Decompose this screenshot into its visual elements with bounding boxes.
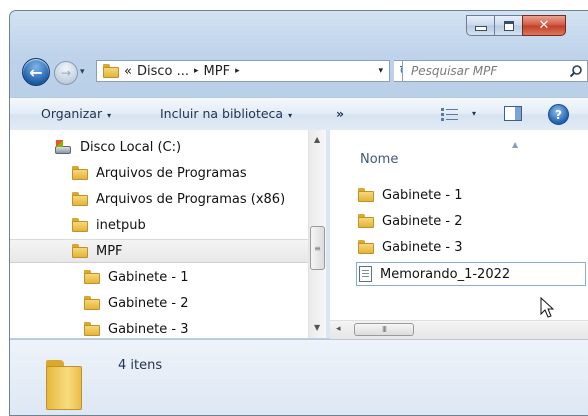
command-bar: Organizar ▾ Incluir na biblioteca ▾ » ▾ ? bbox=[10, 97, 588, 131]
folder-icon bbox=[72, 218, 88, 232]
folder-icon bbox=[358, 240, 374, 254]
address-bar[interactable]: « Disco ... ▸ MPF ▸ ▾ bbox=[96, 60, 390, 82]
scrollbar-grip: III bbox=[381, 325, 387, 334]
scrollbar-grip: ≡ bbox=[314, 243, 321, 253]
back-button[interactable]: ← bbox=[22, 58, 50, 86]
text-document-icon bbox=[359, 266, 372, 282]
folder-icon bbox=[84, 322, 100, 336]
file-item-label: Memorando_1-2022 bbox=[380, 266, 511, 282]
folder-icon bbox=[103, 64, 119, 78]
tree-item-label: MPF bbox=[96, 243, 123, 259]
chevron-down-icon: ▾ bbox=[288, 111, 293, 120]
folder-icon bbox=[84, 270, 100, 284]
change-view-icon[interactable] bbox=[440, 107, 460, 121]
column-header-name[interactable]: Nome bbox=[360, 152, 398, 167]
breadcrumb-mpf[interactable]: MPF bbox=[204, 64, 231, 79]
chevron-down-icon: ▾ bbox=[80, 67, 85, 77]
navigation-pane-scrollbar[interactable]: ▲ ≡ ▼ bbox=[308, 130, 327, 338]
search-box bbox=[402, 60, 588, 82]
folder-icon bbox=[72, 244, 88, 258]
organize-menu[interactable]: Organizar ▾ bbox=[41, 106, 111, 121]
minimize-icon bbox=[474, 26, 487, 31]
folder-icon bbox=[358, 214, 374, 228]
scroll-left-arrow[interactable]: ◂ bbox=[336, 324, 341, 334]
file-item-memorando[interactable]: Memorando_1-2022 bbox=[356, 262, 586, 286]
tree-item-mpf[interactable]: MPF bbox=[10, 239, 308, 263]
file-item-gabinete-2[interactable]: Gabinete - 2 bbox=[358, 210, 462, 232]
item-count: 4 itens bbox=[118, 358, 163, 373]
tree-item-disco-local[interactable]: Disco Local (C:) bbox=[54, 136, 181, 158]
chevron-down-icon: ▾ bbox=[107, 111, 112, 120]
preview-pane-icon[interactable] bbox=[504, 106, 522, 121]
address-dropdown-icon[interactable]: ▾ bbox=[378, 66, 383, 76]
address-overflow[interactable]: « bbox=[124, 64, 132, 79]
navigation-pane: Disco Local (C:) Arquivos de Programas A… bbox=[10, 130, 308, 338]
large-folder-icon bbox=[46, 360, 82, 410]
file-item-label: Gabinete - 3 bbox=[382, 239, 463, 255]
more-commands-label: » bbox=[336, 106, 345, 121]
close-icon: ✕ bbox=[538, 18, 550, 33]
tree-item-label: Gabinete - 2 bbox=[108, 295, 189, 311]
tree-item-arquivos-de-programas-x86[interactable]: Arquivos de Programas (x86) bbox=[72, 188, 285, 210]
maximize-icon bbox=[503, 20, 514, 31]
tree-item-label: Arquivos de Programas (x86) bbox=[96, 191, 286, 207]
folder-icon bbox=[72, 192, 88, 206]
sort-indicator-icon: ▲ bbox=[512, 140, 519, 149]
folder-icon bbox=[358, 188, 374, 202]
scrollbar-thumb[interactable]: ≡ bbox=[310, 226, 325, 270]
file-item-label: Gabinete - 2 bbox=[382, 213, 463, 229]
minimize-button[interactable] bbox=[466, 15, 495, 36]
file-item-gabinete-1[interactable]: Gabinete - 1 bbox=[358, 184, 462, 206]
horizontal-scrollbar-thumb[interactable]: III bbox=[354, 323, 414, 336]
tree-item-gabinete-3[interactable]: Gabinete - 3 bbox=[84, 318, 188, 338]
help-icon[interactable]: ? bbox=[548, 104, 569, 125]
include-in-library-menu[interactable]: Incluir na biblioteca ▾ bbox=[160, 106, 292, 121]
explorer-window: ✕ ← → ▾ « Disco ... ▸ MPF ▸ ▾ ↻ bbox=[9, 10, 588, 416]
file-item-gabinete-3[interactable]: Gabinete - 3 bbox=[358, 236, 462, 258]
navigation-row: ← → ▾ « Disco ... ▸ MPF ▸ ▾ ↻ bbox=[10, 55, 588, 87]
tree-item-arquivos-de-programas[interactable]: Arquivos de Programas bbox=[72, 162, 247, 184]
forward-arrow-icon: → bbox=[60, 66, 72, 80]
breadcrumb-disco[interactable]: Disco ... bbox=[137, 64, 189, 79]
forward-button[interactable]: → bbox=[54, 61, 78, 85]
scroll-down-arrow[interactable]: ▼ bbox=[314, 323, 320, 332]
recent-pages-dropdown[interactable]: ▾ bbox=[80, 67, 85, 77]
help-glyph: ? bbox=[555, 107, 562, 122]
more-commands-button[interactable]: » bbox=[336, 106, 344, 121]
include-label: Incluir na biblioteca bbox=[160, 106, 284, 121]
folder-icon bbox=[72, 166, 88, 180]
tree-item-label: Disco Local (C:) bbox=[80, 139, 182, 155]
organize-label: Organizar bbox=[41, 106, 103, 121]
file-item-label: Gabinete - 1 bbox=[382, 187, 463, 203]
breadcrumb-separator[interactable]: ▸ bbox=[235, 66, 240, 76]
maximize-button[interactable] bbox=[494, 15, 523, 36]
close-button[interactable]: ✕ bbox=[522, 15, 566, 36]
tree-item-label: Gabinete - 1 bbox=[108, 269, 189, 285]
tree-item-label: Arquivos de Programas bbox=[96, 165, 247, 181]
tree-item-inetpub[interactable]: inetpub bbox=[72, 214, 146, 236]
mouse-pointer-icon bbox=[540, 297, 554, 318]
folder-icon bbox=[84, 296, 100, 310]
view-options-dropdown[interactable]: ▾ bbox=[472, 109, 476, 118]
scroll-up-arrow[interactable]: ▲ bbox=[314, 135, 320, 144]
file-list-horizontal-scrollbar[interactable]: ◂ III bbox=[330, 320, 588, 339]
search-icon[interactable] bbox=[569, 64, 583, 78]
drive-icon bbox=[54, 139, 72, 155]
tree-item-label: inetpub bbox=[96, 217, 146, 233]
caption-buttons: ✕ bbox=[466, 15, 566, 36]
tree-item-gabinete-2[interactable]: Gabinete - 2 bbox=[84, 292, 188, 314]
tree-item-gabinete-1[interactable]: Gabinete - 1 bbox=[84, 266, 188, 288]
tree-item-label: Gabinete - 3 bbox=[108, 321, 189, 337]
back-arrow-icon: ← bbox=[29, 62, 43, 82]
breadcrumb-separator[interactable]: ▸ bbox=[194, 66, 199, 76]
details-pane: 4 itens bbox=[10, 339, 588, 415]
search-input[interactable] bbox=[409, 63, 563, 79]
